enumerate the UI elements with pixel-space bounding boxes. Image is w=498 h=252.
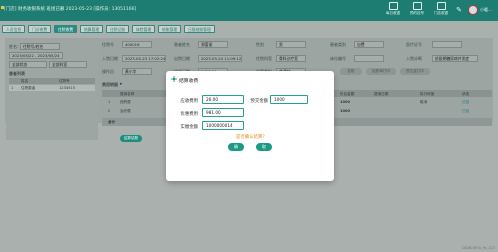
row-status: 已结: [462, 109, 470, 113]
diagnosis-field: 妊娠期糖尿病并发症: [432, 55, 478, 62]
field-label: 操作员: [102, 69, 114, 74]
toolbar-appointment[interactable]: 预约挂号: [404, 2, 430, 16]
ward-field: 骨科诊疗室: [276, 55, 306, 62]
discharge-date-field: 2023-05-24 11:09:12: [198, 55, 242, 62]
col-fee-date: 费用日期: [374, 91, 389, 96]
admit-date-field: 2023-05-23 17:02:24: [122, 55, 166, 62]
calendar-icon: [412, 2, 422, 10]
patient-type-field: 自费: [354, 41, 384, 48]
user-name[interactable]: 小暖...: [480, 7, 492, 13]
col-name: 姓名: [21, 79, 29, 83]
deposit-label: 预交金额: [250, 99, 268, 104]
field-label: 入院日期: [102, 56, 118, 61]
field-label: 住院科室: [256, 56, 272, 61]
field-label: 性别: [256, 42, 264, 47]
settle-icon: [171, 76, 177, 82]
dept-select[interactable]: 全部科室: [49, 61, 87, 68]
tab-outpatient-fee[interactable]: 门诊收费: [28, 25, 52, 33]
field-label: 出院日期: [174, 56, 190, 61]
col-status: 状态: [462, 91, 470, 96]
col-fee-name: 费用名称: [120, 91, 135, 96]
status-select[interactable]: 全部状态: [9, 61, 47, 68]
app-header: [门店] 财务收银系统 班组已删 2023-05-23 [操作员: 130511…: [0, 0, 498, 21]
gender-field: 男: [276, 41, 306, 48]
field-label: 患者类别: [330, 42, 346, 47]
receivable-input[interactable]: 26.00: [202, 95, 244, 104]
avatar[interactable]: [468, 5, 478, 15]
print-deposit-button[interactable]: 预交金打印: [400, 68, 430, 75]
ok-button[interactable]: 确: [228, 143, 244, 151]
tab-checkup[interactable]: 体检管理: [132, 25, 156, 33]
settle-dialog: 结算收费 应收费用 26.00 预交金额 1000 优惠费用 981.00 实缴…: [166, 71, 334, 181]
row-no: 2: [108, 109, 111, 113]
watermark: CSDN @Hu_Ya_123: [461, 246, 495, 250]
row-name: 住院患者: [21, 86, 36, 90]
tab-inpatient-account[interactable]: 住院记账: [106, 25, 130, 33]
list-item[interactable]: 1 住院患者 1234515: [9, 85, 95, 91]
row-index: 1: [11, 86, 14, 90]
tab-checkout[interactable]: 结账管理: [158, 25, 182, 33]
row-status: 已结: [462, 100, 470, 104]
row-no: 1: [108, 100, 111, 104]
discount-label: 优惠费用: [180, 112, 198, 117]
confirm-hint: 是否确认结算？: [236, 135, 267, 140]
tab-daily-checkout[interactable]: 日报结账管理: [184, 25, 215, 33]
cancel-button[interactable]: 取: [256, 143, 272, 151]
total-label: 合计: [108, 120, 116, 124]
field-label: 医疗证号: [406, 42, 422, 47]
deposit-input[interactable]: 1000: [270, 95, 308, 104]
col-dept: 执行科室: [420, 91, 435, 96]
field-label: 床位编号: [330, 56, 346, 61]
discount-input[interactable]: 981.00: [202, 108, 244, 117]
row-inpatient-no: 1234515: [59, 86, 76, 90]
register-icon: [388, 2, 398, 10]
patient-list-header: 姓名 住院号: [9, 78, 95, 84]
field-label: 患者姓名: [174, 42, 190, 47]
tab-bar: 人员信息 门诊收费 住院收费 结算管理 住院记账 体检管理 结账管理 日报结账管…: [0, 25, 498, 35]
patient-list-title: 患者列表: [9, 71, 25, 76]
operator-field: 黄小华: [122, 68, 152, 75]
store-icon: [436, 2, 446, 10]
col-inpatient-no: 住院号: [59, 79, 70, 83]
date-range-input[interactable]: 2023/05/22 - 2023/05/24: [9, 52, 63, 59]
row-dept: 取消: [420, 100, 428, 104]
toolbar-label: 预约挂号: [410, 11, 424, 15]
toolbar-label: 门店收银: [434, 11, 448, 15]
tab-inpatient-fee[interactable]: 住院收费: [54, 25, 78, 33]
fee-table-title: 费用明细: [102, 82, 118, 87]
toolbar-label: 每日收银: [386, 11, 400, 15]
patient-sidebar: 姓名： 住院号/姓名 2023/05/22 - 2023/05/24 全部状态 …: [6, 40, 98, 140]
edit-icon[interactable]: ✎: [455, 6, 463, 14]
search-input[interactable]: 住院号/姓名: [20, 43, 60, 50]
toolbar-store-cash[interactable]: 门店收银: [428, 2, 454, 16]
field-label: 入院诊断: [406, 56, 422, 61]
toolbar-daily-cash[interactable]: 每日收银: [380, 2, 406, 16]
tab-person-info[interactable]: 人员信息: [2, 25, 26, 33]
inpatient-no-field: 400016: [122, 41, 152, 48]
patient-name-field: 郑爱丽: [198, 41, 228, 48]
col-discount-amount: 折后金额: [340, 91, 355, 96]
settle-checkout-button[interactable]: 结算结账: [120, 135, 142, 142]
insurance-no-field: [432, 41, 462, 48]
paid-input[interactable]: 1000000014: [202, 121, 244, 130]
field-label: 住院号: [102, 42, 114, 47]
paid-label: 实缴金额: [180, 125, 198, 130]
receivable-label: 应收费用: [180, 99, 198, 104]
row-fee-name: 治疗费: [120, 109, 131, 113]
hang-account-button[interactable]: 挂账: [340, 68, 362, 75]
tab-settlement[interactable]: 结算管理: [80, 25, 104, 33]
row-fee-name: 西药费: [120, 100, 131, 104]
dialog-title: 结算收费: [179, 79, 199, 84]
caret-right-icon: ▸: [120, 81, 123, 87]
app-title: [门店] 财务收银系统 班组已删 2023-05-23 [操作员: 130511…: [4, 7, 137, 12]
bed-no-field: [354, 55, 384, 62]
row-amount: 1000: [340, 109, 351, 113]
row-amount: 1000: [340, 100, 351, 104]
print-checkout-button[interactable]: 结账单打印: [366, 68, 396, 75]
